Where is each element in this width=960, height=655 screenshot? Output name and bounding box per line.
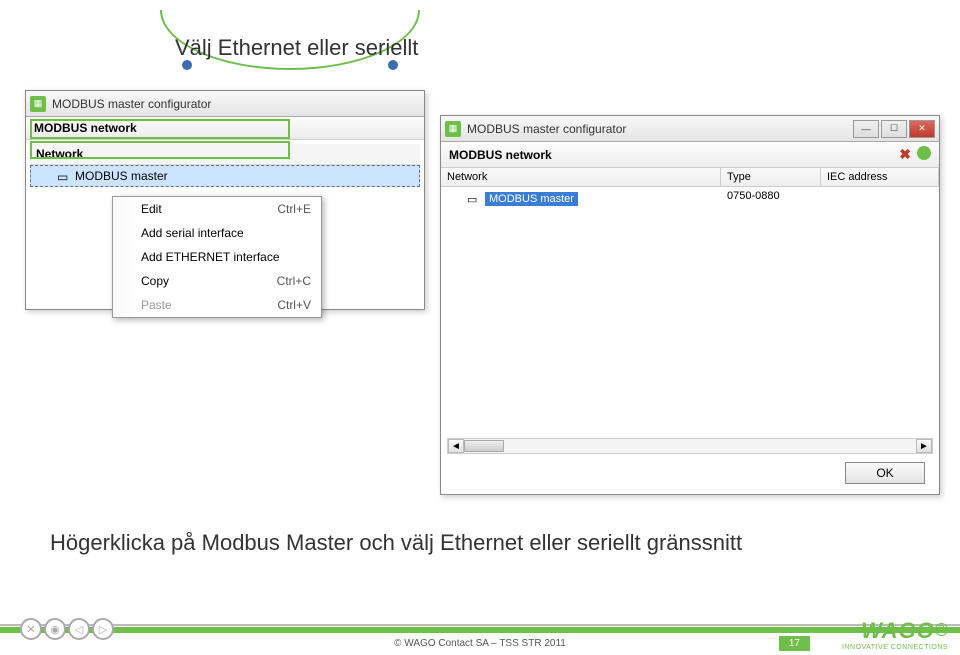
menu-paste: Paste Ctrl+V — [113, 293, 321, 317]
brand-text: WAGO — [861, 618, 935, 643]
scroll-track[interactable] — [464, 439, 916, 453]
ok-button[interactable]: OK — [845, 462, 925, 484]
footer: ✕ ◉ ◁ ▷ © WAGO Contact SA – TSS STR 2011… — [0, 607, 960, 655]
left-panel-header: MODBUS network — [26, 117, 424, 140]
menu-copy-shortcut: Ctrl+C — [277, 274, 311, 288]
right-cols-header: Network Type IEC address — [441, 168, 939, 187]
left-col-network: Network — [30, 144, 420, 165]
right-window: ▦ MODBUS master configurator — ☐ ✕ MODBU… — [440, 115, 940, 495]
menu-edit-shortcut: Ctrl+E — [277, 202, 311, 216]
nav-cancel-icon[interactable]: ✕ — [20, 618, 42, 640]
context-menu: Edit Ctrl+E Add serial interface Add ETH… — [112, 196, 322, 318]
nav-prev-icon[interactable]: ◁ — [68, 618, 90, 640]
scroll-left-icon[interactable]: ◄ — [448, 439, 464, 453]
left-title-text: MODBUS master configurator — [52, 97, 420, 111]
right-title-text: MODBUS master configurator — [467, 122, 853, 136]
footer-nav-icons: ✕ ◉ ◁ ▷ — [20, 618, 114, 640]
add-icon[interactable] — [917, 146, 931, 160]
right-titlebar[interactable]: ▦ MODBUS master configurator — ☐ ✕ — [441, 116, 939, 142]
right-master-label: MODBUS master — [485, 192, 578, 206]
footer-copyright: © WAGO Contact SA – TSS STR 2011 — [0, 638, 960, 649]
scroll-right-icon[interactable]: ► — [916, 439, 932, 453]
col-iec[interactable]: IEC address — [821, 168, 939, 186]
menu-paste-shortcut: Ctrl+V — [277, 298, 311, 312]
menu-paste-label: Paste — [141, 298, 172, 312]
left-panel-label: MODBUS network — [34, 121, 137, 135]
nav-next-icon[interactable]: ▷ — [92, 618, 114, 640]
page-number: 17 — [779, 636, 810, 651]
node-icon: ▭ — [467, 193, 481, 205]
minimize-button[interactable]: — — [853, 120, 879, 138]
node-icon: ▭ — [57, 170, 71, 182]
menu-add-ethernet[interactable]: Add ETHERNET interface — [113, 245, 321, 269]
registered-icon: R — [935, 623, 948, 636]
menu-add-ethernet-label: Add ETHERNET interface — [141, 250, 280, 264]
horizontal-scrollbar[interactable]: ◄ ► — [447, 438, 933, 454]
col-type[interactable]: Type — [721, 168, 821, 186]
nav-home-icon[interactable]: ◉ — [44, 618, 66, 640]
page-title: Välj Ethernet eller seriellt — [175, 35, 418, 61]
app-icon: ▦ — [30, 96, 46, 112]
close-button[interactable]: ✕ — [909, 120, 935, 138]
maximize-button[interactable]: ☐ — [881, 120, 907, 138]
app-icon: ▦ — [445, 121, 461, 137]
instruction-text: Högerklicka på Modbus Master och välj Et… — [50, 530, 742, 556]
type-value: 0750-0880 — [721, 187, 821, 211]
menu-copy-label: Copy — [141, 274, 169, 288]
left-titlebar[interactable]: ▦ MODBUS master configurator — [26, 91, 424, 117]
menu-add-serial-label: Add serial interface — [141, 226, 244, 240]
right-panel-label: MODBUS network — [449, 148, 552, 162]
col-network[interactable]: Network — [441, 168, 721, 186]
brand-tagline: INNOVATIVE CONNECTIONS — [842, 644, 948, 651]
delete-icon[interactable]: ✖ — [899, 146, 911, 163]
menu-copy[interactable]: Copy Ctrl+C — [113, 269, 321, 293]
menu-edit[interactable]: Edit Ctrl+E — [113, 197, 321, 221]
menu-add-serial[interactable]: Add serial interface — [113, 221, 321, 245]
menu-edit-label: Edit — [141, 202, 162, 216]
scroll-thumb[interactable] — [464, 440, 504, 452]
left-master-label: MODBUS master — [75, 169, 168, 183]
footer-bar — [0, 627, 960, 633]
left-modbus-master-row[interactable]: ▭ MODBUS master — [30, 165, 420, 187]
wago-logo: WAGOR INNOVATIVE CONNECTIONS — [842, 618, 948, 651]
right-panel-header: MODBUS network ✖ — [441, 142, 939, 168]
right-data-row[interactable]: ▭ MODBUS master 0750-0880 — [441, 187, 939, 211]
